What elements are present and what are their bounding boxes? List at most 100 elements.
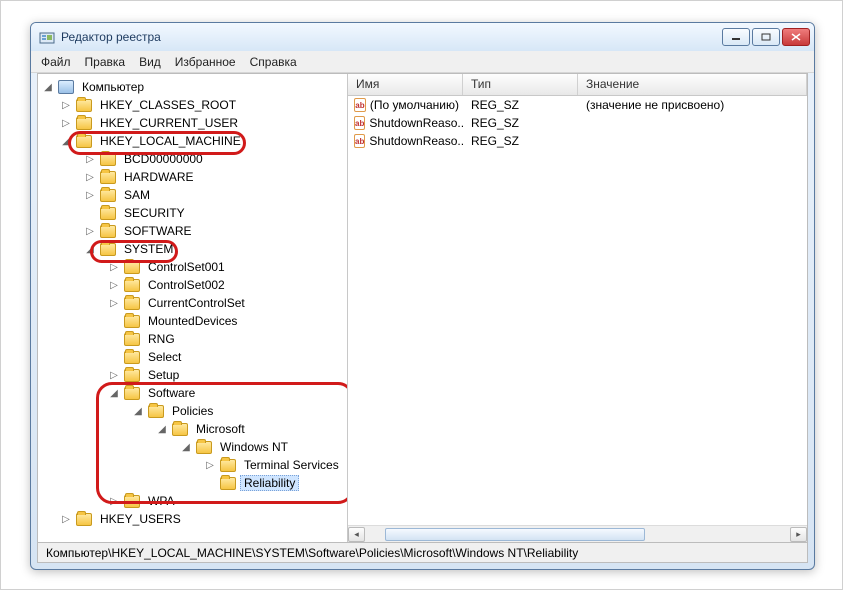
folder-icon <box>124 495 140 508</box>
folder-icon <box>76 513 92 526</box>
expand-icon[interactable]: ▷ <box>204 460 216 471</box>
expand-icon[interactable]: ▷ <box>108 298 120 309</box>
tree-key-termsvc[interactable]: ▷ Terminal Services <box>42 456 347 474</box>
expand-icon[interactable]: ▷ <box>60 100 72 111</box>
expand-icon[interactable]: ▷ <box>108 370 120 381</box>
tree-key-policies[interactable]: ◢ Policies <box>42 402 347 420</box>
menu-file[interactable]: Файл <box>41 55 71 69</box>
tree-key-select[interactable]: Select <box>42 348 347 366</box>
expand-icon[interactable]: ▷ <box>60 514 72 525</box>
tree-label: HARDWARE <box>120 170 198 184</box>
tree-label: CurrentControlSet <box>144 296 249 310</box>
client-area: ◢ Компьютер ▷ HKEY_CLASSES_ROOT ▷ HKEY_C… <box>37 73 808 543</box>
statusbar: Компьютер\HKEY_LOCAL_MACHINE\SYSTEM\Soft… <box>37 543 808 563</box>
menu-edit[interactable]: Правка <box>85 55 126 69</box>
tree-key-reliability[interactable]: Reliability <box>42 474 347 492</box>
tree-key-winnt[interactable]: ◢ Windows NT <box>42 438 347 456</box>
tree-label: ControlSet002 <box>144 278 229 292</box>
tree-key-bcd[interactable]: ▷ BCD00000000 <box>42 150 347 168</box>
values-list: Имя Тип Значение ab (По умолчанию) REG_S… <box>348 74 807 542</box>
minimize-icon <box>731 33 741 41</box>
folder-icon <box>124 369 140 382</box>
expand-icon[interactable]: ▷ <box>84 172 96 183</box>
close-button[interactable] <box>782 28 810 46</box>
tree-root-computer[interactable]: ◢ Компьютер <box>42 78 347 96</box>
collapse-icon[interactable]: ◢ <box>180 442 192 453</box>
tree-key-system[interactable]: ◢ SYSTEM <box>42 240 347 258</box>
horizontal-scrollbar[interactable]: ◂ ▸ <box>348 525 807 542</box>
value-name: ShutdownReaso... <box>369 134 463 148</box>
expand-icon[interactable]: ▷ <box>108 496 120 507</box>
tree-label: SECURITY <box>120 206 189 220</box>
menu-view[interactable]: Вид <box>139 55 161 69</box>
tree-key-software[interactable]: ▷ SOFTWARE <box>42 222 347 240</box>
collapse-icon[interactable]: ◢ <box>42 82 54 93</box>
maximize-button[interactable] <box>752 28 780 46</box>
expand-icon[interactable]: ▷ <box>84 226 96 237</box>
tree-key-sam[interactable]: ▷ SAM <box>42 186 347 204</box>
tree-key-wpa[interactable]: ▷ WPA <box>42 492 347 510</box>
minimize-button[interactable] <box>722 28 750 46</box>
maximize-icon <box>761 33 771 41</box>
tree-key-hklm[interactable]: ◢ HKEY_LOCAL_MACHINE <box>42 132 347 150</box>
tree-key-cs1[interactable]: ▷ ControlSet001 <box>42 258 347 276</box>
folder-icon <box>124 333 140 346</box>
folder-icon <box>124 297 140 310</box>
column-header-name[interactable]: Имя <box>348 74 463 95</box>
expand-icon[interactable]: ▷ <box>60 118 72 129</box>
titlebar[interactable]: Редактор реестра <box>31 23 814 51</box>
tree-key-cs2[interactable]: ▷ ControlSet002 <box>42 276 347 294</box>
tree-label: HKEY_CURRENT_USER <box>96 116 242 130</box>
tree-key-mounted[interactable]: MountedDevices <box>42 312 347 330</box>
tree-key-rng[interactable]: RNG <box>42 330 347 348</box>
collapse-icon[interactable]: ◢ <box>84 244 96 255</box>
folder-icon <box>100 153 116 166</box>
registry-tree[interactable]: ◢ Компьютер ▷ HKEY_CLASSES_ROOT ▷ HKEY_C… <box>38 74 348 542</box>
folder-icon <box>100 225 116 238</box>
list-item[interactable]: ab ShutdownReaso... REG_SZ <box>348 132 807 150</box>
tree-label: Reliability <box>240 475 299 491</box>
collapse-icon[interactable]: ◢ <box>132 406 144 417</box>
tree-key-software2[interactable]: ◢ Software <box>42 384 347 402</box>
folder-icon <box>100 243 116 256</box>
folder-icon <box>76 135 92 148</box>
column-header-type[interactable]: Тип <box>463 74 578 95</box>
tree-key-hkcu[interactable]: ▷ HKEY_CURRENT_USER <box>42 114 347 132</box>
tree-key-security[interactable]: SECURITY <box>42 204 347 222</box>
list-body[interactable]: ab (По умолчанию) REG_SZ (значение не пр… <box>348 96 807 542</box>
collapse-icon[interactable]: ◢ <box>108 388 120 399</box>
tree-key-ccs[interactable]: ▷ CurrentControlSet <box>42 294 347 312</box>
scroll-right-button[interactable]: ▸ <box>790 527 807 542</box>
collapse-icon[interactable]: ◢ <box>60 136 72 147</box>
value-type: REG_SZ <box>463 98 578 112</box>
expand-icon[interactable]: ▷ <box>84 154 96 165</box>
list-item[interactable]: ab (По умолчанию) REG_SZ (значение не пр… <box>348 96 807 114</box>
column-header-value[interactable]: Значение <box>578 74 807 95</box>
expand-icon[interactable]: ▷ <box>108 262 120 273</box>
close-icon <box>791 33 801 41</box>
expand-icon[interactable]: ▷ <box>108 280 120 291</box>
folder-icon <box>220 477 236 490</box>
folder-icon <box>76 99 92 112</box>
menu-favorites[interactable]: Избранное <box>175 55 236 69</box>
expand-icon[interactable]: ▷ <box>84 190 96 201</box>
tree-key-hardware[interactable]: ▷ HARDWARE <box>42 168 347 186</box>
folder-icon <box>124 387 140 400</box>
collapse-icon[interactable]: ◢ <box>156 424 168 435</box>
tree-key-hkcr[interactable]: ▷ HKEY_CLASSES_ROOT <box>42 96 347 114</box>
scrollbar-thumb[interactable] <box>385 528 645 541</box>
list-item[interactable]: ab ShutdownReaso... REG_SZ <box>348 114 807 132</box>
list-header: Имя Тип Значение <box>348 74 807 96</box>
menu-help[interactable]: Справка <box>250 55 297 69</box>
folder-icon <box>148 405 164 418</box>
tree-label: SYSTEM <box>120 242 177 256</box>
folder-icon <box>100 207 116 220</box>
tree-key-hkeyusers[interactable]: ▷ HKEY_USERS <box>42 510 347 528</box>
registry-editor-window: Редактор реестра Файл Правка Вид Избранн… <box>30 22 815 570</box>
window-title: Редактор реестра <box>61 30 722 44</box>
folder-icon <box>100 171 116 184</box>
folder-icon <box>100 189 116 202</box>
tree-key-microsoft[interactable]: ◢ Microsoft <box>42 420 347 438</box>
tree-key-setup[interactable]: ▷ Setup <box>42 366 347 384</box>
scroll-left-button[interactable]: ◂ <box>348 527 365 542</box>
